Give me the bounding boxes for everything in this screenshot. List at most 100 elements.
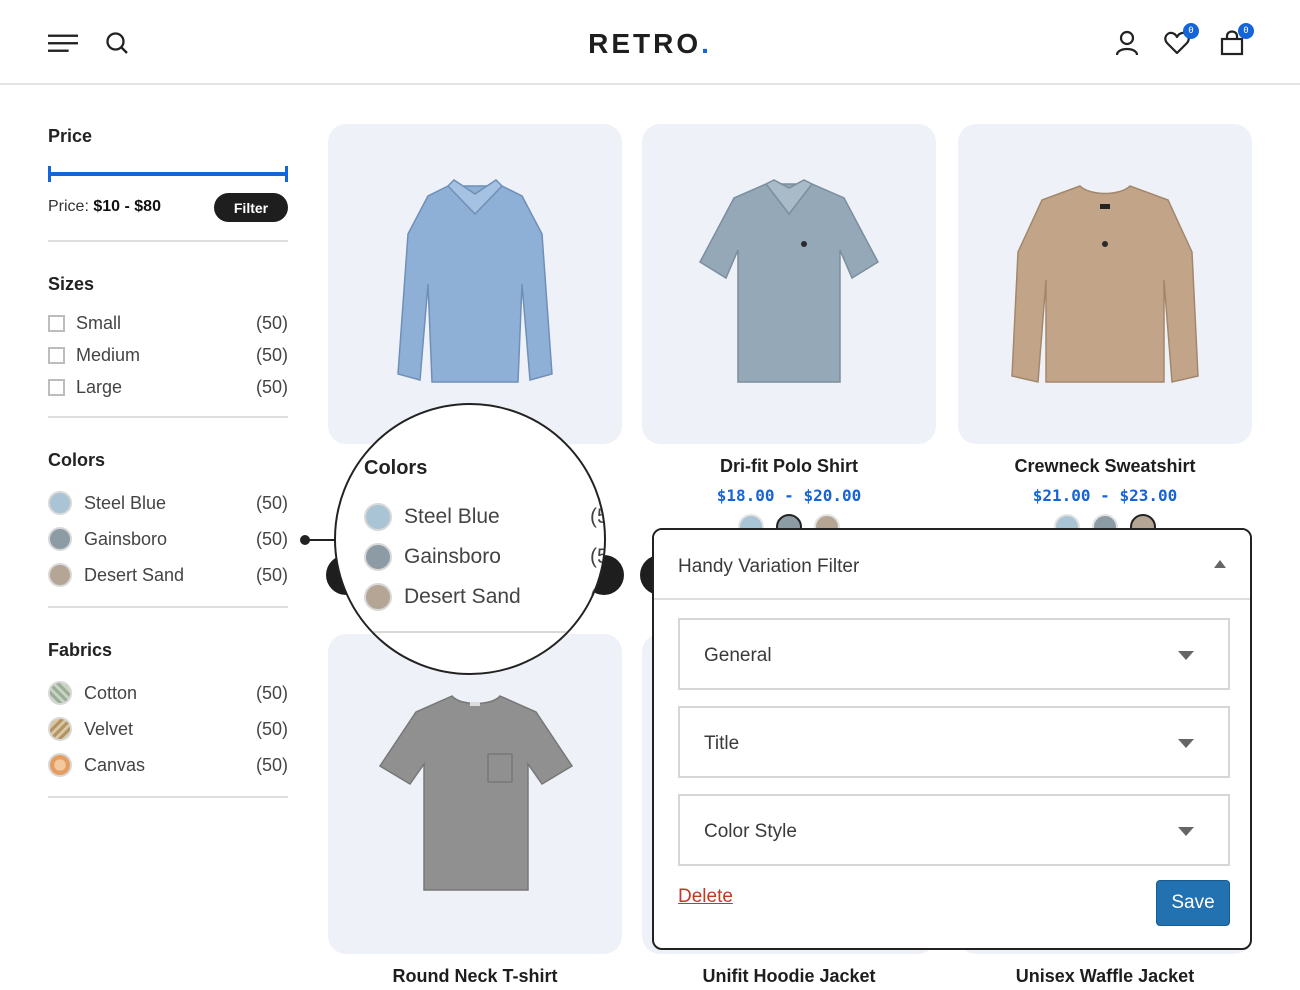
product-name[interactable]: Round Neck T-shirt bbox=[328, 966, 622, 987]
color-label: Gainsboro bbox=[84, 528, 168, 549]
cart-icon[interactable]: 0 bbox=[1217, 23, 1254, 58]
sidebar-divider bbox=[48, 606, 288, 608]
collapse-arrow-icon[interactable] bbox=[1214, 560, 1226, 568]
fabric-swatch[interactable] bbox=[48, 681, 72, 705]
color-label: Steel Blue bbox=[84, 492, 167, 513]
checkbox[interactable] bbox=[48, 346, 65, 364]
fabric-label: Cotton bbox=[84, 682, 138, 703]
wishlist-icon[interactable]: 0 bbox=[1162, 23, 1199, 58]
account-icon[interactable] bbox=[1112, 28, 1142, 58]
accordion-general[interactable]: General bbox=[678, 618, 1230, 690]
chevron-down-icon[interactable] bbox=[1178, 739, 1194, 748]
size-option-small[interactable]: Small (50) bbox=[48, 310, 288, 336]
color-option-desert-sand[interactable]: Desert Sand (50) bbox=[48, 562, 288, 588]
color-swatch bbox=[364, 503, 392, 531]
color-count: (5 bbox=[590, 505, 604, 528]
color-count: (5 bbox=[590, 545, 604, 568]
accordion-label: Title bbox=[704, 733, 740, 754]
product-name[interactable]: Crewneck Sweatshirt bbox=[958, 456, 1252, 477]
crewneck-illustration bbox=[1011, 185, 1199, 383]
chevron-down-icon[interactable] bbox=[1178, 827, 1194, 836]
color-option-gainsboro[interactable]: Gainsboro (50) bbox=[48, 526, 288, 552]
sidebar-divider bbox=[48, 416, 288, 418]
wishlist-count-badge: 0 bbox=[1183, 23, 1199, 39]
sweater-illustration bbox=[397, 179, 553, 383]
product-image-polo[interactable] bbox=[642, 124, 936, 444]
magnifier-color-row: Gainsboro (5 bbox=[364, 542, 604, 572]
fabric-swatch[interactable] bbox=[48, 753, 72, 777]
checkbox[interactable] bbox=[48, 378, 65, 396]
price-range-text: Price: $10 - $80 bbox=[48, 198, 161, 216]
tshirt-illustration bbox=[378, 695, 574, 891]
colors-magnifier-callout: Colors Steel Blue (5 Gainsboro (5 Desert S… bbox=[334, 403, 606, 675]
color-swatch bbox=[364, 543, 392, 571]
fabric-count: (50) bbox=[255, 718, 288, 739]
product-price: $18.00 - $20.00 bbox=[716, 486, 862, 505]
size-label: Medium bbox=[76, 344, 141, 365]
product-name[interactable]: Unifit Hoodie Jacket bbox=[642, 966, 936, 987]
fabric-label: Velvet bbox=[84, 718, 134, 739]
colors-filter-title: Colors bbox=[48, 450, 106, 470]
accordion-label: General bbox=[704, 645, 772, 666]
fabric-option-velvet[interactable]: Velvet (50) bbox=[48, 716, 288, 742]
delete-link[interactable]: Delete bbox=[678, 886, 733, 908]
sidebar-divider bbox=[48, 796, 288, 798]
fabric-count: (50) bbox=[255, 682, 288, 703]
accordion-title[interactable]: Title bbox=[678, 706, 1230, 778]
price-range-slider[interactable] bbox=[48, 166, 288, 182]
checkbox[interactable] bbox=[48, 314, 65, 332]
magnifier-color-row: Desert Sand ( bbox=[364, 582, 604, 612]
logo-dot: . bbox=[701, 28, 712, 59]
color-swatch[interactable] bbox=[48, 491, 72, 515]
sizes-filter-title: Sizes bbox=[48, 274, 95, 294]
chevron-down-icon[interactable] bbox=[1178, 651, 1194, 660]
fabric-count: (50) bbox=[255, 754, 288, 775]
product-image-tshirt[interactable] bbox=[328, 634, 622, 954]
site-logo[interactable]: RETRO. bbox=[0, 28, 1300, 60]
fabric-option-canvas[interactable]: Canvas (50) bbox=[48, 752, 288, 778]
size-label: Small bbox=[76, 312, 122, 333]
cart-count-badge: 0 bbox=[1238, 23, 1254, 39]
price-range-value: $10 - $80 bbox=[93, 198, 161, 215]
color-count: (50) bbox=[255, 492, 288, 513]
color-swatch[interactable] bbox=[48, 527, 72, 551]
accordion-color-style[interactable]: Color Style bbox=[678, 794, 1230, 866]
polo-illustration bbox=[699, 179, 879, 383]
price-filter-button[interactable]: Filter bbox=[214, 193, 288, 222]
price-label: Price: bbox=[48, 198, 89, 215]
color-count: (50) bbox=[255, 564, 288, 585]
size-option-medium[interactable]: Medium (50) bbox=[48, 342, 288, 368]
fabrics-filter-title: Fabrics bbox=[48, 640, 113, 660]
panel-title: Handy Variation Filter bbox=[678, 556, 860, 577]
color-count: ( bbox=[590, 585, 597, 608]
magnifier-divider bbox=[336, 631, 604, 633]
fabric-option-cotton[interactable]: Cotton (50) bbox=[48, 680, 288, 706]
size-label: Large bbox=[76, 376, 123, 397]
logo-text: RETRO bbox=[588, 28, 702, 59]
sidebar-divider bbox=[48, 240, 288, 242]
color-swatch[interactable] bbox=[48, 563, 72, 587]
color-swatch bbox=[364, 583, 392, 611]
product-name[interactable]: Unisex Waffle Jacket bbox=[958, 966, 1252, 987]
magnifier-color-row: Steel Blue (5 bbox=[364, 502, 604, 532]
panel-header[interactable]: Handy Variation Filter bbox=[654, 530, 1250, 600]
color-label: Gainsboro bbox=[404, 545, 501, 568]
size-count: (50) bbox=[255, 344, 288, 365]
color-option-steel-blue[interactable]: Steel Blue (50) bbox=[48, 490, 288, 516]
product-name[interactable]: Dri-fit Polo Shirt bbox=[642, 456, 936, 477]
accordion-label: Color Style bbox=[704, 821, 797, 842]
save-button[interactable]: Save bbox=[1156, 880, 1230, 926]
size-count: (50) bbox=[255, 312, 288, 333]
color-label: Desert Sand bbox=[404, 585, 521, 608]
product-price: $21.00 - $23.00 bbox=[1032, 486, 1178, 505]
fabric-swatch[interactable] bbox=[48, 717, 72, 741]
fabric-label: Canvas bbox=[84, 754, 146, 775]
variation-filter-panel: Handy Variation Filter General Title Col… bbox=[652, 528, 1252, 950]
size-option-large[interactable]: Large (50) bbox=[48, 374, 288, 400]
product-image-crewneck[interactable] bbox=[958, 124, 1252, 444]
callout-connector-line bbox=[308, 539, 336, 541]
site-header: RETRO. 0 0 bbox=[0, 0, 1300, 85]
size-count: (50) bbox=[255, 376, 288, 397]
product-image-sweater[interactable] bbox=[328, 124, 622, 444]
color-label: Steel Blue bbox=[404, 505, 500, 528]
